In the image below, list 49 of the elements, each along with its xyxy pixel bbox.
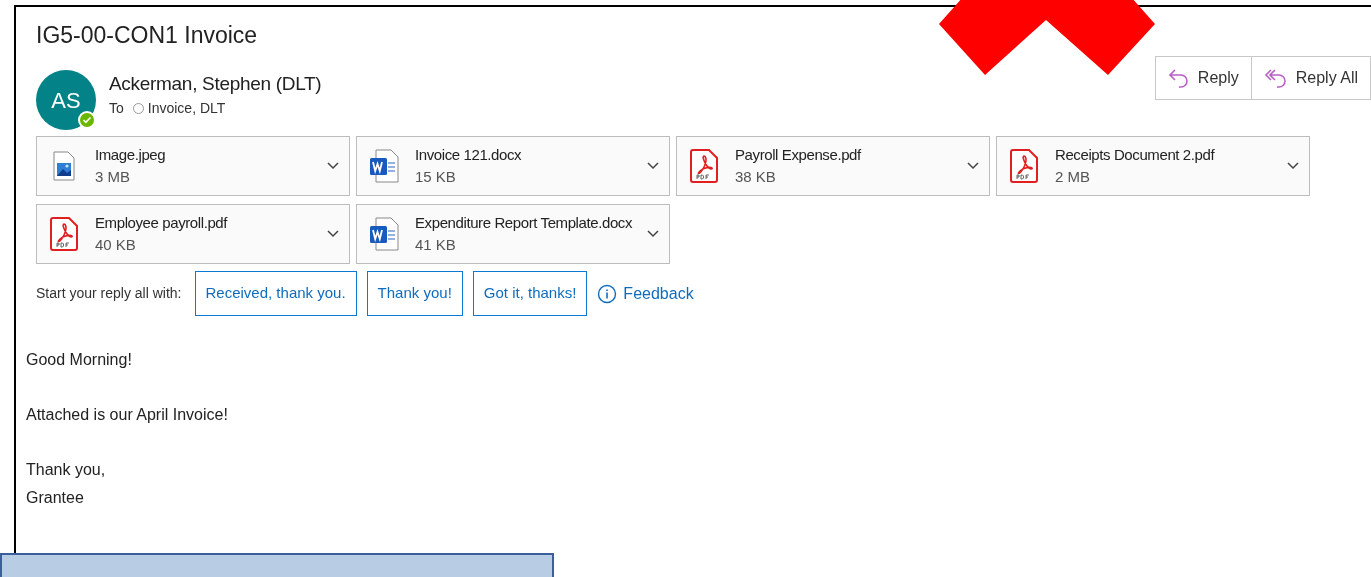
to-label: To xyxy=(109,99,124,118)
attachment-name: Payroll Expense.pdf xyxy=(735,145,861,165)
status-check-icon xyxy=(78,111,96,129)
attachment-card[interactable]: Employee payroll.pdf 40 KB xyxy=(36,204,350,264)
attachment-name: Image.jpeg xyxy=(95,145,166,165)
quick-reply-button[interactable]: Got it, thanks! xyxy=(472,271,588,316)
attachment-card[interactable]: Payroll Expense.pdf 38 KB xyxy=(676,136,990,196)
chevron-down-icon xyxy=(647,230,659,238)
feedback-link[interactable]: Feedback xyxy=(623,281,694,306)
chevron-down-icon xyxy=(647,162,659,170)
quick-reply-prompt: Start your reply all with: xyxy=(36,284,182,303)
attachment-card[interactable]: Expenditure Report Template.docx 41 KB xyxy=(356,204,670,264)
attachment-name: Expenditure Report Template.docx xyxy=(415,213,633,233)
chevron-down-icon xyxy=(327,162,339,170)
attachment-size: 2 MB xyxy=(1055,167,1091,187)
quick-reply-button[interactable]: Received, thank you. xyxy=(194,271,357,316)
reply-all-button[interactable]: Reply All xyxy=(1250,57,1370,99)
attachment-name: Receipts Document 2.pdf xyxy=(1055,145,1215,165)
reply-all-icon xyxy=(1263,67,1288,89)
attachment-name: Employee payroll.pdf xyxy=(95,213,228,233)
recipient-name: Invoice, DLT xyxy=(147,99,226,118)
image-file-icon xyxy=(53,151,75,181)
sender-name: Ackerman, Stephen (DLT) xyxy=(109,72,322,96)
pdf-file-icon xyxy=(49,217,79,251)
attachment-size: 15 KB xyxy=(415,167,457,187)
chevron-down-icon xyxy=(1287,162,1299,170)
info-icon xyxy=(597,283,618,304)
attachment-card[interactable]: Invoice 121.docx 15 KB xyxy=(356,136,670,196)
attachment-size: 38 KB xyxy=(735,167,777,187)
avatar: AS xyxy=(36,70,96,130)
attachment-size: 40 KB xyxy=(95,235,137,255)
reply-icon xyxy=(1167,67,1190,89)
body-paragraph: Attached is our April Invoice! xyxy=(26,405,229,425)
chevron-down-icon xyxy=(967,162,979,170)
chevron-down-icon xyxy=(327,230,339,238)
word-document-icon xyxy=(369,149,399,183)
word-document-icon xyxy=(369,217,399,251)
attachment-card[interactable]: Image.jpeg 3 MB xyxy=(36,136,350,196)
email-subject: IG5-00-CON1 Invoice xyxy=(36,21,259,50)
quick-reply-button[interactable]: Thank you! xyxy=(366,271,463,316)
attachment-size: 41 KB xyxy=(415,235,457,255)
pdf-file-icon xyxy=(689,149,719,183)
reply-button[interactable]: Reply xyxy=(1155,57,1251,99)
attachment-name: Invoice 121.docx xyxy=(415,145,522,165)
attachment-size: 3 MB xyxy=(95,167,131,187)
pdf-file-icon xyxy=(1009,149,1039,183)
body-paragraph: Thank you, Grantee xyxy=(26,460,107,508)
attachment-card[interactable]: Receipts Document 2.pdf 2 MB xyxy=(996,136,1310,196)
body-paragraph: Good Morning! xyxy=(26,350,133,370)
